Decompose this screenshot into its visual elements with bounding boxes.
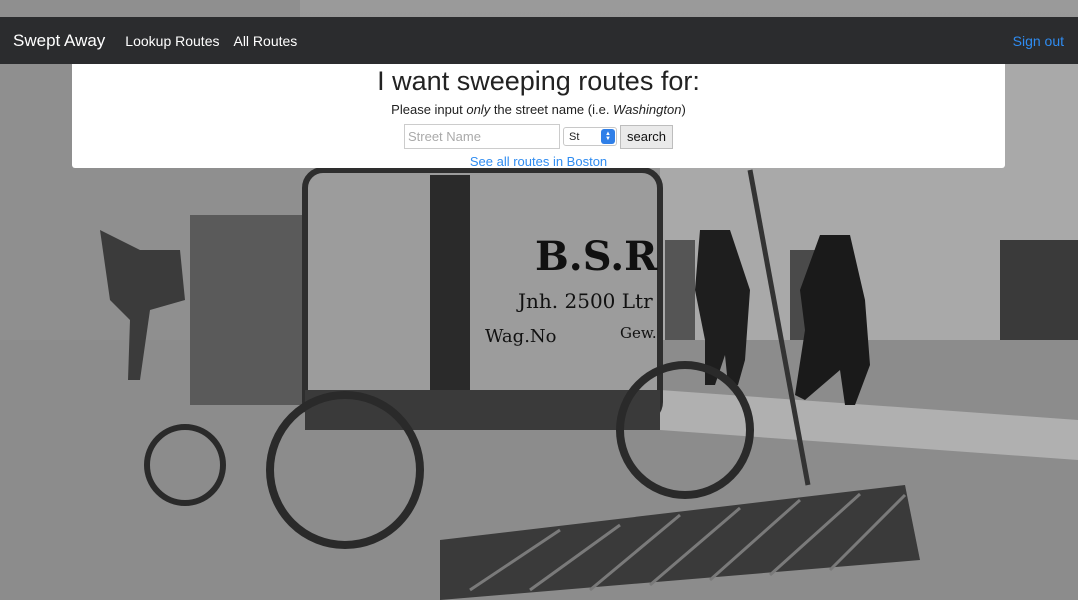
search-form: St ▲▼ search <box>72 124 1005 149</box>
svg-text:Gew.: Gew. <box>620 324 657 342</box>
sign-out-link[interactable]: Sign out <box>1013 33 1064 49</box>
svg-text:Wag.No: Wag.No <box>485 326 557 347</box>
search-instructions: Please input only the street name (i.e. … <box>391 102 686 117</box>
street-suffix-value: St <box>568 130 580 143</box>
page-title: I want sweeping routes for: <box>377 66 700 96</box>
navbar: Swept Away Lookup Routes All Routes Sign… <box>0 17 1078 64</box>
search-card: I want sweeping routes for: Please input… <box>72 64 1005 169</box>
brand-link[interactable]: Swept Away <box>13 31 105 51</box>
street-name-input[interactable] <box>403 124 560 149</box>
nav-all-routes[interactable]: All Routes <box>233 33 297 49</box>
svg-text:Jnh. 2500 Ltr: Jnh. 2500 Ltr <box>516 289 653 313</box>
see-all-routes-link[interactable]: See all routes in Boston <box>470 154 607 169</box>
street-suffix-select[interactable]: St ▲ ▼ <box>562 127 617 146</box>
svg-text:B.S.R: B.S.R <box>535 233 658 280</box>
select-arrows-icon: ▲ ▼ <box>600 129 615 144</box>
search-button[interactable]: search <box>619 124 674 149</box>
nav-lookup-routes[interactable]: Lookup Routes <box>125 33 219 49</box>
